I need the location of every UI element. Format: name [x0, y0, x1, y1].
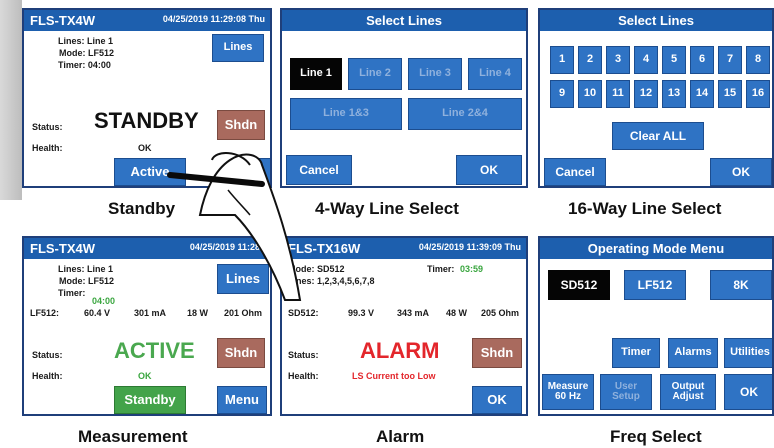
- hand-stylus-illustration: [167, 152, 302, 301]
